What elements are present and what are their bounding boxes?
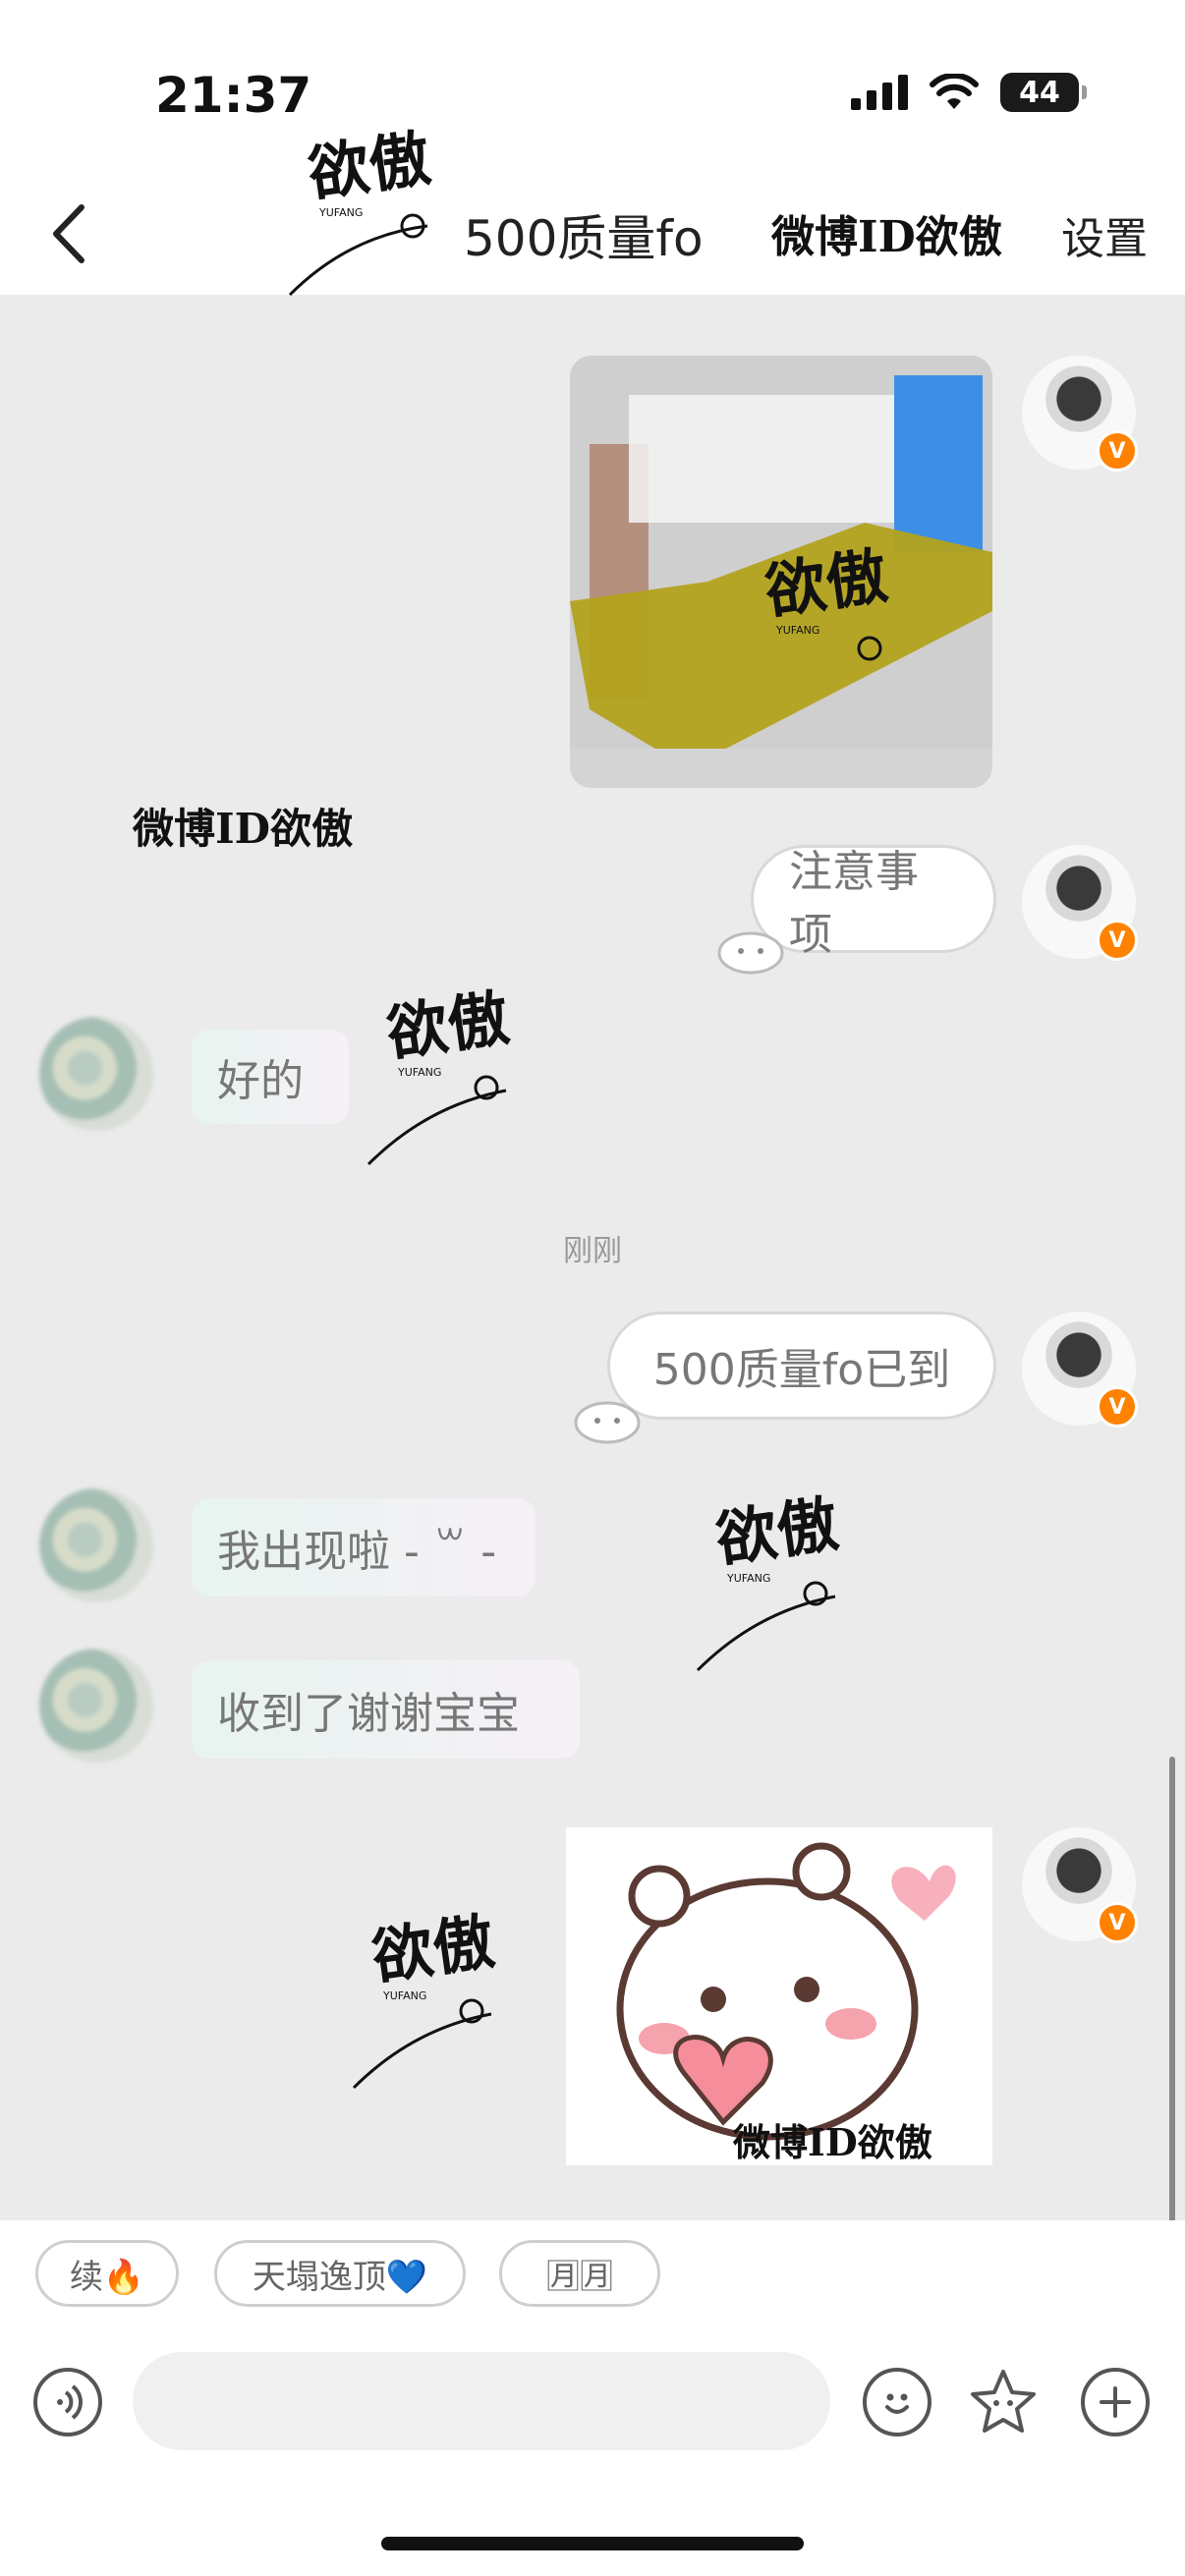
watermark-logo: 欲傲 YUFANG <box>696 1487 842 1672</box>
message-bubble-received[interactable]: 好的 <box>192 1030 349 1124</box>
quick-tag-bar: 续🔥 天塌逸顶💙 🈷🈷 <box>0 2220 1185 2338</box>
chat-header: 欲傲 YUFANG 500质量fo 微博ID欲傲 设置 <box>0 122 1185 297</box>
more-button[interactable] <box>1081 2368 1150 2436</box>
watermark-logo: 欲傲 YUFANG <box>367 981 513 1166</box>
verified-badge-icon: V <box>1097 430 1138 472</box>
settings-button[interactable]: 设置 <box>1061 203 1148 266</box>
wifi-icon <box>930 74 979 109</box>
quick-tag-moon[interactable]: 🈷🈷 <box>499 2240 660 2307</box>
emoji-button[interactable] <box>863 2368 931 2436</box>
status-bar: 21:37 44 <box>0 0 1185 172</box>
back-button[interactable] <box>33 199 102 268</box>
voice-button[interactable] <box>33 2368 102 2436</box>
svg-text:欲傲: 欲傲 <box>710 1487 842 1576</box>
plus-icon <box>1100 2386 1131 2418</box>
watermark-logo-sub: YUFANG <box>318 206 363 219</box>
contact-avatar[interactable] <box>39 1649 153 1763</box>
message-bubble-sent[interactable]: 500质量fo已到 <box>607 1312 996 1420</box>
watermark-logo: 欲傲 YUFANG <box>288 122 434 297</box>
chat-area: V 欲傲 YUFANG 微博ID欲傲 V 注意事项 好的 欲傲 YUFANG 刚… <box>0 295 1185 2220</box>
status-time: 21:37 <box>155 67 312 124</box>
svg-text:欲傲: 欲傲 <box>381 981 513 1070</box>
message-bubble-sent[interactable]: 注意事项 <box>751 845 996 960</box>
message-bubble-received[interactable]: 我出现啦 - ꒳ - <box>192 1498 536 1596</box>
svg-text:YUFANG: YUFANG <box>397 1066 441 1079</box>
svg-text:YUFANG: YUFANG <box>726 1572 770 1585</box>
watermark-logo: 欲傲 YUFANG <box>352 1905 498 2090</box>
quick-tag-sky[interactable]: 天塌逸顶💙 <box>214 2240 466 2307</box>
watermark-text: 微博ID欲傲 <box>133 805 354 853</box>
svg-text:YUFANG: YUFANG <box>382 1989 426 2002</box>
watermark-text: 微博ID欲傲 <box>733 2120 932 2164</box>
message-input[interactable] <box>133 2352 830 2450</box>
status-icons: 44 <box>851 73 1087 112</box>
chevron-left-icon <box>53 204 85 263</box>
verified-badge-icon: V <box>1097 1386 1138 1428</box>
watermark-logo-top: 欲傲 <box>303 122 434 210</box>
time-divider: 刚刚 <box>563 1234 622 1268</box>
voice-icon <box>57 2384 83 2420</box>
watermark-logo: 欲傲 YUFANG <box>760 539 891 661</box>
verified-badge-icon: V <box>1097 920 1138 961</box>
chat-handle: 微博ID欲傲 <box>771 212 1002 262</box>
message-bubble-received[interactable]: 收到了谢谢宝宝 <box>192 1660 580 1759</box>
home-indicator[interactable] <box>381 2537 804 2550</box>
signal-icon <box>851 75 908 110</box>
svg-text:欲傲: 欲傲 <box>760 539 891 628</box>
star-sticker-icon[interactable] <box>967 2366 1040 2438</box>
input-bar <box>0 2338 1185 2576</box>
contact-avatar[interactable] <box>39 1017 153 1131</box>
cat-sticker-icon <box>574 1401 641 1444</box>
chat-scrollbar[interactable] <box>1169 1757 1175 2220</box>
cat-sticker-icon <box>717 931 784 975</box>
svg-text:YUFANG: YUFANG <box>775 624 819 637</box>
contact-avatar[interactable] <box>39 1488 153 1602</box>
emoji-icon <box>885 2393 909 2414</box>
chat-title: 500质量fo <box>464 210 704 267</box>
quick-tag-continue[interactable]: 续🔥 <box>35 2240 179 2307</box>
message-sticker[interactable]: 微博ID欲傲 <box>566 1827 992 2165</box>
battery-icon: 44 <box>1000 73 1087 112</box>
verified-badge-icon: V <box>1097 1902 1138 1943</box>
svg-text:欲傲: 欲傲 <box>367 1905 498 1993</box>
